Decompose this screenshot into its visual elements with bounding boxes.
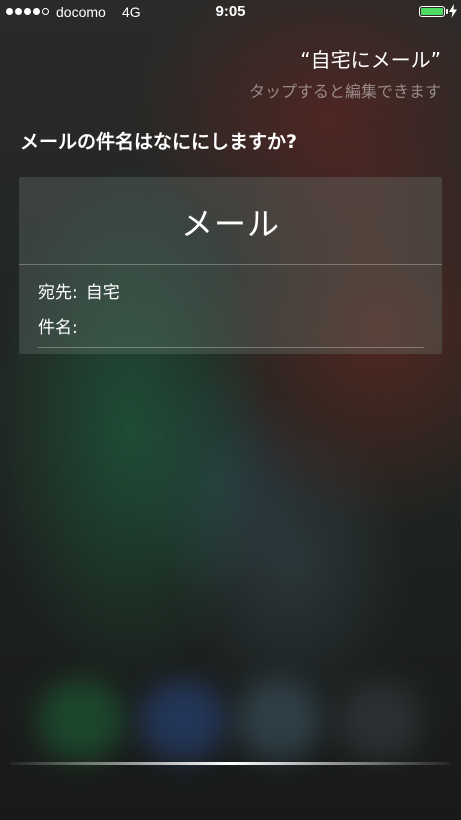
siri-waveform[interactable] xyxy=(10,762,451,765)
battery-level-fill xyxy=(421,8,443,15)
blurred-dock-app-2 xyxy=(140,680,226,760)
recipient-label: 宛先: xyxy=(38,283,78,303)
subject-label: 件名: xyxy=(38,318,78,338)
mail-card-title: メール xyxy=(180,205,280,243)
blurred-dock-app-1 xyxy=(38,680,124,760)
tap-to-edit-hint[interactable]: タップすると編集できます xyxy=(249,78,441,102)
battery-tip xyxy=(446,9,448,14)
battery-icon xyxy=(419,6,445,17)
mail-card-divider xyxy=(19,264,442,265)
siri-question: メールの件名はなににしますか? xyxy=(20,131,298,153)
status-bar: docomo 4G 9:05 xyxy=(0,0,461,24)
subject-row[interactable]: 件名: xyxy=(38,313,86,338)
recipient-value: 自宅 xyxy=(85,283,120,303)
mail-card[interactable]: メール 宛先: 自宅 件名: xyxy=(19,177,442,354)
status-time: 9:05 xyxy=(215,3,246,20)
blurred-dock-app-3 xyxy=(236,680,322,760)
bolt-icon xyxy=(449,4,457,18)
spoken-utterance[interactable]: “自宅にメール” xyxy=(300,44,441,73)
siri-screen: docomo 4G 9:05 “自宅にメール” タップすると編集できます メール… xyxy=(0,0,461,820)
blurred-dock-app-4 xyxy=(336,680,422,760)
recipient-row: 宛先: 自宅 xyxy=(38,278,120,303)
subject-underline xyxy=(38,347,424,348)
